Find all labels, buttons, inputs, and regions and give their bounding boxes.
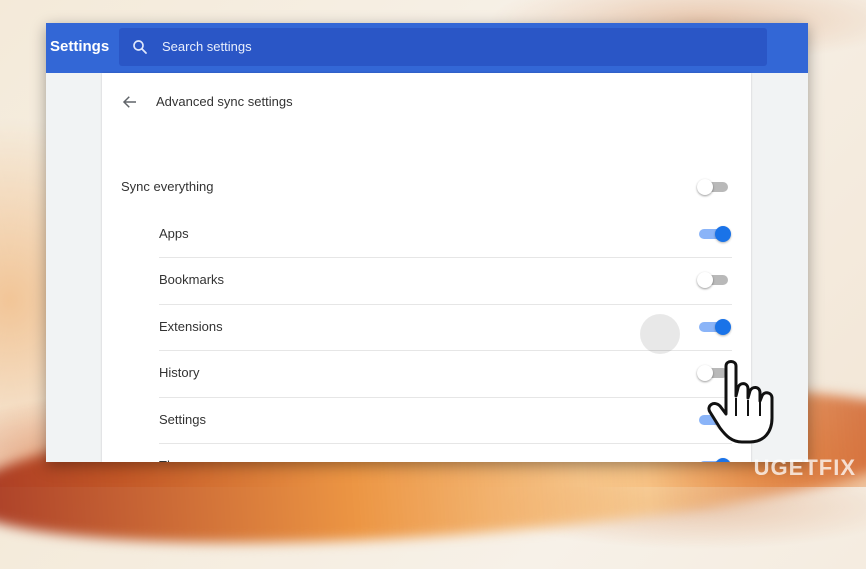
toggle-knob <box>697 179 713 195</box>
sync-row: Bookmarks <box>159 257 732 303</box>
toggle-knob <box>697 272 713 288</box>
sync-toggle[interactable] <box>697 225 731 242</box>
sync-item-label: Extensions <box>159 318 223 334</box>
row-divider <box>159 257 732 258</box>
sync-item-label: Themes <box>159 458 206 462</box>
sync-toggle[interactable] <box>697 458 731 462</box>
sync-toggle[interactable] <box>697 179 731 195</box>
sync-toggle[interactable] <box>697 318 731 335</box>
watermark: UGETFIX <box>753 455 856 480</box>
hand-pointer-icon <box>707 360 774 444</box>
page-title: Advanced sync settings <box>156 94 293 109</box>
search-box[interactable]: Search settings <box>119 28 767 66</box>
toggle-knob <box>715 458 731 462</box>
toggle-knob <box>715 318 731 335</box>
sync-row: Themes <box>159 443 732 462</box>
sync-row: Settings <box>159 396 732 443</box>
sync-item-label: Apps <box>159 225 189 241</box>
search-icon <box>133 40 147 54</box>
toggle-ripple <box>640 314 680 354</box>
sync-item-label: Settings <box>159 411 206 427</box>
app-title: Settings <box>50 38 110 55</box>
sync-row: History <box>159 350 732 396</box>
toggle-knob <box>715 225 731 242</box>
sync-item-label: Bookmarks <box>159 272 225 287</box>
row-divider <box>159 443 732 444</box>
sync-toggle[interactable] <box>697 272 731 288</box>
settings-window: Settings Search settings Advanced sync s… <box>46 23 808 462</box>
sync-row: Apps <box>159 211 732 257</box>
row-divider <box>159 396 732 398</box>
row-divider <box>159 350 732 351</box>
sync-item-label: History <box>159 365 200 380</box>
arrow-back-icon[interactable] <box>121 93 139 111</box>
sync-row: Sync everything <box>121 164 732 210</box>
settings-card: Advanced sync settings Sync everything Ap… <box>102 73 751 462</box>
sync-item-label: Sync everything <box>121 179 214 194</box>
row-divider <box>159 303 732 305</box>
header-bar: Settings Search settings <box>46 23 808 73</box>
search-input[interactable]: Search settings <box>162 39 252 54</box>
